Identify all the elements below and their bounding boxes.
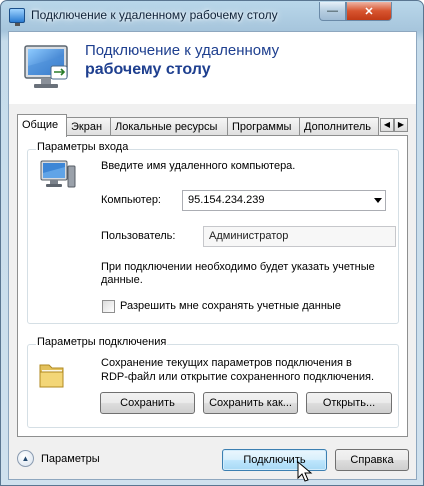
save-credentials-checkbox[interactable]: [102, 300, 115, 313]
computer-value: 95.154.234.239: [188, 194, 265, 206]
chevron-left-icon: ◀: [383, 120, 391, 129]
computer-combobox[interactable]: 95.154.234.239: [182, 190, 386, 211]
save-button[interactable]: Сохранить: [100, 392, 195, 414]
minimize-button[interactable]: —: [319, 2, 346, 21]
credentials-note-line2: данные.: [101, 274, 143, 286]
dialog-footer: ▲ Параметры Подключить Справка: [9, 444, 416, 479]
close-icon: ✕: [364, 5, 374, 18]
help-button[interactable]: Справка: [335, 449, 409, 471]
tab-scroll-right-button[interactable]: ▶: [394, 118, 408, 132]
credentials-note-line1: При подключении необходимо будет указать…: [101, 261, 375, 273]
dialog-client-area: Подключение к удаленному рабочему столу …: [8, 31, 417, 480]
remote-desktop-app-icon: [9, 8, 25, 26]
connection-settings-group: Параметры подключения Сохранение текущих…: [27, 336, 399, 428]
tab-display[interactable]: Экран: [66, 117, 111, 136]
title-bar[interactable]: Подключение к удаленному рабочему столу …: [1, 1, 423, 31]
computer-label: Компьютер:: [101, 194, 161, 206]
rdp-window: Подключение к удаленному рабочему столу …: [0, 0, 424, 486]
window-title: Подключение к удаленному рабочему столу: [31, 8, 278, 22]
tab-local-resources[interactable]: Локальные ресурсы: [110, 117, 228, 136]
chevron-down-icon[interactable]: [374, 198, 382, 203]
tab-strip: Общие Экран Локальные ресурсы Программы …: [17, 114, 408, 137]
tab-advanced[interactable]: Дополнитель: [299, 117, 379, 136]
close-button[interactable]: ✕: [346, 2, 392, 21]
user-label: Пользователь:: [101, 230, 176, 242]
connection-desc-line2: RDP-файл или открытие сохраненного подкл…: [101, 371, 374, 383]
mouse-pointer-icon: [297, 461, 313, 482]
user-field: Администратор: [203, 226, 396, 247]
minimize-icon: —: [327, 5, 338, 17]
options-toggle-label[interactable]: Параметры: [41, 453, 100, 465]
connection-desc-line1: Сохранение текущих параметров подключени…: [101, 357, 352, 369]
user-value: Администратор: [209, 230, 289, 242]
header-title-line2: рабочему столу: [85, 61, 211, 78]
login-settings-group: Параметры входа Введите имя удаленного к…: [27, 141, 399, 324]
connection-group-title: Параметры подключения: [36, 336, 168, 348]
login-group-title: Параметры входа: [36, 141, 130, 153]
save-credentials-label[interactable]: Разрешить мне сохранять учетные данные: [120, 300, 341, 312]
folder-icon: [39, 364, 64, 388]
tab-panel-general: Параметры входа Введите имя удаленного к…: [17, 135, 408, 437]
computer-prompt-text: Введите имя удаленного компьютера.: [101, 160, 296, 172]
dialog-header: Подключение к удаленному рабочему столу: [9, 32, 416, 104]
computer-icon: [40, 160, 76, 188]
chevron-up-icon: ▲: [21, 454, 30, 463]
save-as-button[interactable]: Сохранить как...: [203, 392, 298, 414]
chevron-right-icon: ▶: [397, 120, 405, 129]
tab-general[interactable]: Общие: [17, 114, 67, 137]
header-title-line1: Подключение к удаленному: [85, 42, 280, 59]
expand-options-icon[interactable]: ▲: [17, 450, 34, 467]
tab-scroll-left-button[interactable]: ◀: [380, 118, 394, 132]
remote-desktop-monitor-icon: [24, 45, 68, 88]
open-button[interactable]: Открыть...: [306, 392, 392, 414]
tab-programs[interactable]: Программы: [227, 117, 300, 136]
